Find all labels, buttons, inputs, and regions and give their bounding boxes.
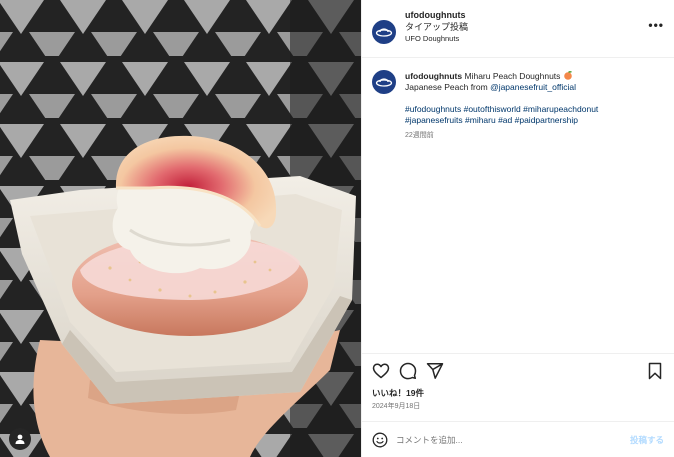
post-comment-button[interactable]: 投稿する [630, 434, 664, 446]
comment-bar: 投稿する [362, 421, 674, 457]
mention-link[interactable]: @japanesefruit_official [490, 82, 576, 92]
post-header: ufodoughnuts タイアップ投稿 UFO Doughnuts ••• [362, 0, 674, 58]
post-photo[interactable] [0, 0, 361, 457]
header-username[interactable]: ufodoughnuts [405, 10, 648, 21]
avatar[interactable] [372, 20, 396, 44]
bookmark-icon[interactable] [646, 362, 664, 380]
hashtags-line-2[interactable]: #japanesefruits #miharu #ad #paidpartner… [405, 115, 598, 126]
location-label[interactable]: UFO Doughnuts [405, 34, 648, 43]
likes-count[interactable]: いいね！19件 [362, 387, 674, 399]
caption-timestamp: 22週間前 [405, 131, 434, 139]
ufo-logo-icon [375, 28, 393, 37]
caption-line2: Japanese Peach from [405, 82, 491, 93]
comment-icon[interactable] [399, 362, 417, 380]
caption-block: ufodoughnuts Miharu Peach Doughnuts Japa… [362, 58, 674, 353]
doughnut-photo-illustration [0, 0, 361, 457]
post-date: 2024年9月18日 [372, 403, 421, 410]
share-icon[interactable] [426, 362, 444, 380]
heart-icon[interactable] [372, 362, 390, 380]
post-sidebar: ufodoughnuts タイアップ投稿 UFO Doughnuts ••• u… [361, 0, 674, 457]
caption-username[interactable]: ufodoughnuts [405, 71, 462, 81]
action-bar [362, 353, 674, 387]
instagram-post-modal: ufodoughnuts タイアップ投稿 UFO Doughnuts ••• u… [0, 0, 674, 457]
ufo-logo-icon [375, 78, 393, 87]
emoji-icon[interactable] [372, 432, 388, 448]
paid-partnership-label[interactable]: タイアップ投稿 [405, 22, 648, 33]
person-icon [15, 434, 25, 444]
caption-text: ufodoughnuts Miharu Peach Doughnuts Japa… [405, 70, 598, 140]
hashtags-line-1[interactable]: #ufodoughnuts #outofthisworld #miharupea… [405, 104, 598, 115]
caption-title: Miharu Peach Doughnuts [464, 71, 561, 81]
tagged-users-button[interactable] [9, 428, 31, 450]
more-options-button[interactable]: ••• [648, 18, 664, 32]
header-text: ufodoughnuts タイアップ投稿 UFO Doughnuts [405, 10, 648, 43]
caption-avatar[interactable] [372, 70, 396, 94]
peach-emoji-icon [563, 71, 572, 80]
comment-input[interactable] [396, 434, 630, 445]
